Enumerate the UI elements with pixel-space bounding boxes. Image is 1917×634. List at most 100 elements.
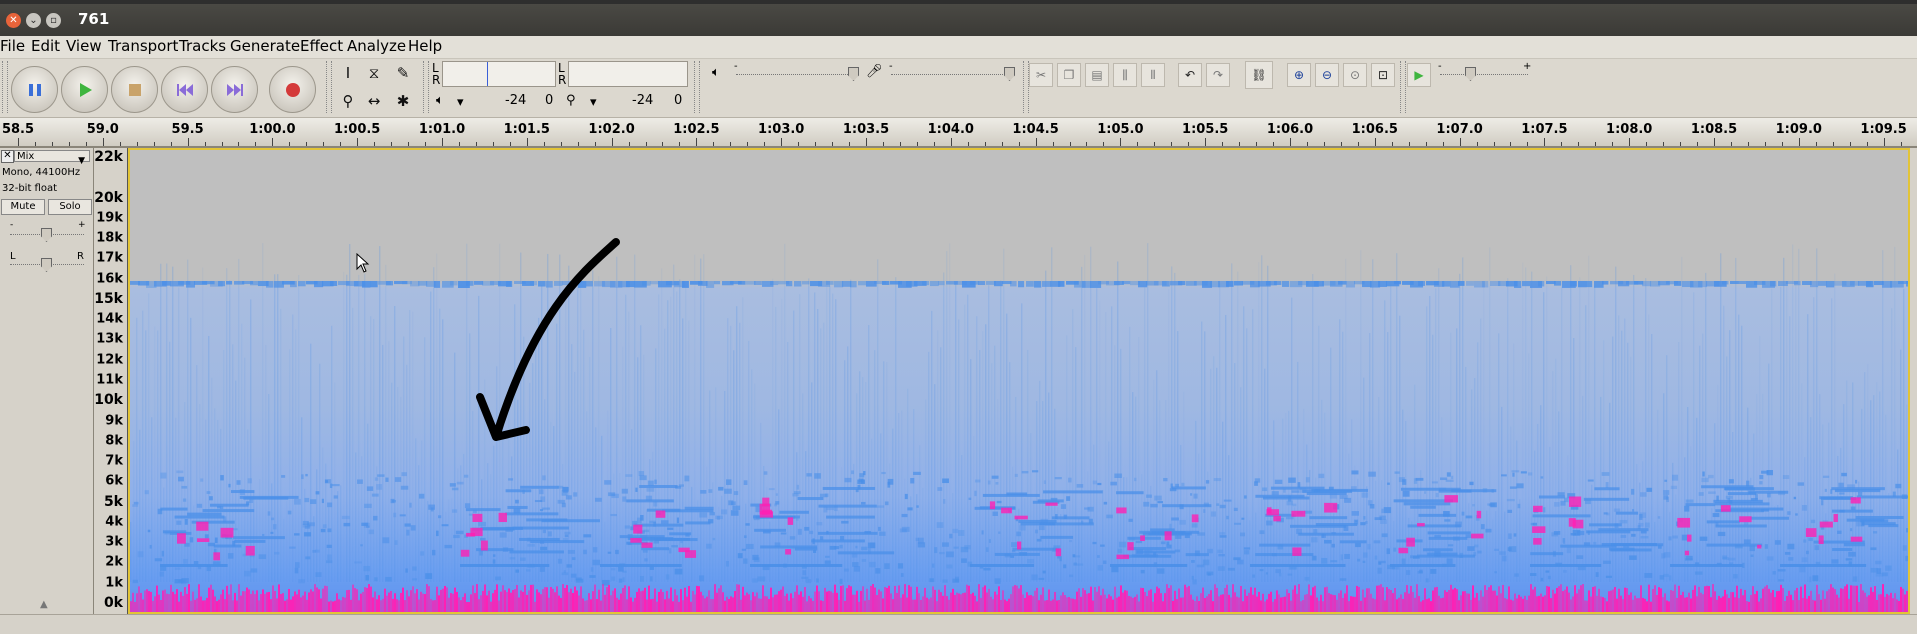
- ruler-tick: [798, 142, 800, 146]
- ruler-tick: [713, 142, 715, 146]
- input-volume-icon: 🎤︎: [866, 64, 883, 79]
- record-button[interactable]: [269, 66, 316, 113]
- ruler-tick: [1154, 142, 1156, 146]
- input-volume-track[interactable]: [891, 74, 1009, 75]
- ruler-tick: [1306, 142, 1308, 146]
- ruler-tick: [204, 142, 206, 146]
- stop-button[interactable]: [111, 66, 158, 113]
- collapse-track-icon[interactable]: ▲: [40, 599, 48, 610]
- window-minimize-button[interactable]: ⌄: [26, 13, 41, 28]
- output-volume-track[interactable]: [736, 74, 854, 75]
- ruler-tick: [119, 142, 121, 146]
- ruler-tick: [102, 138, 104, 146]
- gain-slider-thumb[interactable]: [41, 228, 52, 242]
- sync-lock-button[interactable]: ⛓: [1245, 61, 1273, 89]
- ruler-label: 1:03.5: [842, 122, 890, 137]
- menu-effect[interactable]: Effect: [300, 37, 343, 55]
- record-meter-dropdown[interactable]: ▾: [590, 95, 597, 110]
- undo-button[interactable]: ↶: [1178, 63, 1202, 87]
- draw-tool[interactable]: ✎: [392, 62, 414, 84]
- zoom-in-button[interactable]: ⊕: [1287, 63, 1311, 87]
- track-name-menu[interactable]: Mix ▼: [14, 150, 90, 166]
- menu-analyze[interactable]: Analyze: [347, 37, 406, 55]
- silence-button[interactable]: ⫴: [1141, 63, 1165, 87]
- play-button[interactable]: [61, 66, 108, 113]
- frequency-ruler[interactable]: 22k 20k 19k 18k 17k 16k 15k 14k 13k 12k 11k 10k 9k 8k…: [94, 148, 128, 614]
- ruler-tick: [1018, 142, 1020, 146]
- ruler-tick: [153, 142, 155, 146]
- menu-generate[interactable]: Generate: [230, 37, 300, 55]
- ruler-label: 1:00.5: [334, 122, 381, 137]
- skip-to-end-button[interactable]: [211, 66, 258, 113]
- ruler-tick: [1697, 142, 1699, 146]
- frequency-label: 0k: [103, 595, 123, 611]
- trim-button[interactable]: ⫼: [1113, 63, 1137, 87]
- spectrogram[interactable]: [128, 148, 1910, 614]
- zoom-out-button[interactable]: ⊖: [1315, 63, 1339, 87]
- ruler-tick: [1239, 142, 1241, 146]
- skip-to-start-button[interactable]: [161, 66, 208, 113]
- window-close-button[interactable]: ✕: [6, 13, 21, 28]
- menu-tracks[interactable]: Tracks: [179, 37, 226, 55]
- play-at-speed-grip[interactable]: [1400, 61, 1406, 113]
- ruler-tick: [1374, 138, 1376, 146]
- timeline-ruler[interactable]: 58.5 59.0 59.5 1:00.0 1:00.5 1:01.0 1:01.5 1:02…: [0, 118, 1917, 148]
- ruler-tick: [1714, 138, 1715, 146]
- menu-help[interactable]: Help: [408, 37, 442, 55]
- envelope-tool[interactable]: ⧖: [363, 62, 385, 84]
- record-meter[interactable]: [568, 61, 688, 87]
- ruler-tick: [526, 138, 528, 146]
- input-volume-thumb[interactable]: [1004, 67, 1015, 81]
- output-volume-thumb[interactable]: [848, 67, 859, 81]
- menu-transport[interactable]: Transport: [108, 37, 178, 55]
- ruler-tick: [764, 142, 766, 146]
- window-maximize-button[interactable]: ▫: [46, 13, 61, 28]
- meter-peak-marker: [487, 62, 488, 86]
- playback-meter-dropdown[interactable]: ▾: [457, 95, 464, 110]
- menu-view[interactable]: View: [66, 37, 102, 55]
- ruler-tick: [1476, 142, 1478, 146]
- ruler-tick: [1069, 142, 1071, 146]
- fit-selection-button[interactable]: ⊙: [1343, 63, 1367, 87]
- multi-tool[interactable]: ✱: [392, 90, 414, 112]
- meter-grip[interactable]: [423, 61, 429, 113]
- selection-tool[interactable]: I: [337, 62, 359, 84]
- mute-button[interactable]: Mute: [1, 199, 45, 215]
- microphone-icon: ⚲: [566, 93, 576, 108]
- record-db-left: -24: [632, 93, 654, 108]
- speed-slider-thumb[interactable]: [1465, 67, 1476, 81]
- ruler-tick: [1273, 142, 1275, 146]
- pause-button[interactable]: [11, 66, 58, 113]
- tools-grip[interactable]: [326, 61, 332, 113]
- input-slider-minus: -: [889, 61, 893, 72]
- time-shift-tool[interactable]: ↔: [363, 90, 385, 112]
- playback-meter[interactable]: [442, 61, 556, 87]
- cut-button[interactable]: ✂: [1029, 63, 1053, 87]
- frequency-label: 4k: [105, 514, 123, 530]
- ruler-tick: [1120, 138, 1122, 146]
- menu-edit[interactable]: Edit: [31, 37, 60, 55]
- title-bar: ✕ ⌄ ▫ 761: [0, 4, 1917, 36]
- speed-slider-track[interactable]: [1440, 74, 1528, 75]
- ruler-label: 1:01.5: [503, 122, 550, 137]
- fit-project-button[interactable]: ⊡: [1371, 63, 1395, 87]
- ruler-tick: [1527, 142, 1529, 146]
- track-close-button[interactable]: ✕: [1, 150, 14, 163]
- pan-left-label: L: [10, 251, 16, 262]
- ruler-label: 1:04.0: [927, 122, 974, 137]
- pan-slider-thumb[interactable]: [41, 258, 52, 272]
- zoom-tool[interactable]: ⚲: [337, 90, 359, 112]
- ruler-tick: [408, 142, 410, 146]
- mixer-grip[interactable]: [694, 61, 700, 113]
- menu-file[interactable]: File: [0, 37, 25, 55]
- stop-icon: [128, 83, 141, 96]
- toolbar-grip[interactable]: [2, 61, 8, 113]
- frequency-label: 12k: [96, 352, 123, 368]
- frequency-label: 6k: [105, 473, 123, 489]
- solo-button[interactable]: Solo: [48, 199, 92, 215]
- play-at-speed-button[interactable]: ▶: [1407, 63, 1431, 87]
- ruler-tick: [391, 142, 393, 146]
- copy-button[interactable]: ❐: [1057, 63, 1081, 87]
- redo-button[interactable]: ↷: [1206, 63, 1230, 87]
- paste-button[interactable]: ▤: [1085, 63, 1109, 87]
